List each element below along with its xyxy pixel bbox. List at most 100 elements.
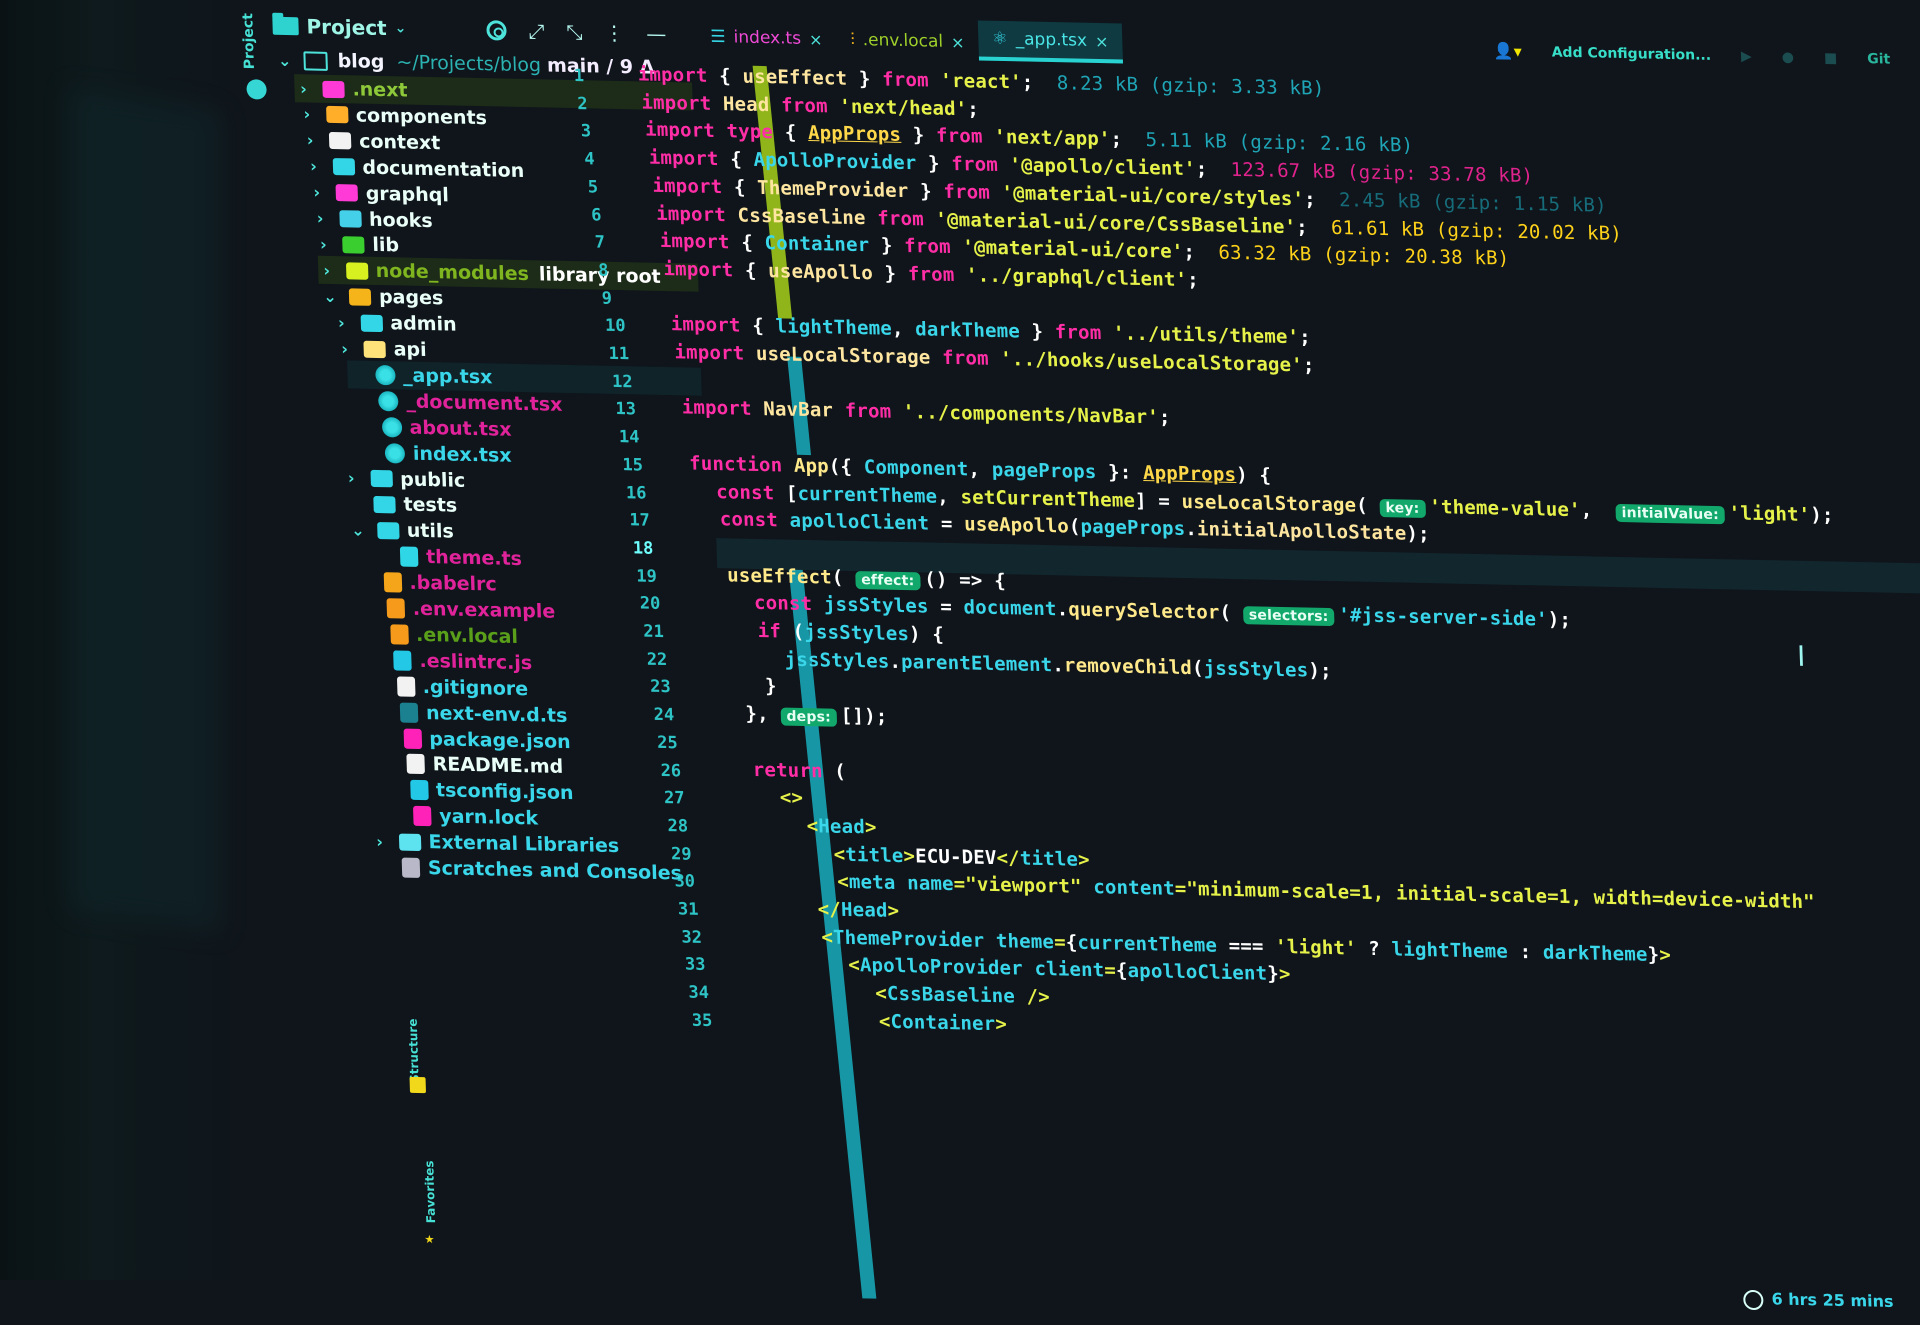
chevron-right-icon[interactable]: › bbox=[332, 313, 351, 332]
line-number[interactable]: 5 bbox=[587, 177, 598, 197]
line-number[interactable]: 19 bbox=[636, 566, 657, 586]
code-line[interactable]: if (jssStyles) { bbox=[711, 619, 944, 646]
code-token: ( bbox=[1219, 602, 1243, 625]
line-number[interactable]: 9 bbox=[601, 288, 612, 308]
line-number[interactable]: 22 bbox=[646, 649, 667, 669]
collapse-all-icon[interactable]: ⤡ bbox=[566, 20, 583, 44]
code-editor[interactable]: 1234567891011121314151617181920212223242… bbox=[701, 65, 1920, 1322]
chevron-right-icon[interactable]: › bbox=[342, 468, 361, 487]
code-token: from bbox=[904, 235, 963, 258]
more-options-icon[interactable]: ⋮ bbox=[604, 21, 625, 45]
line-number[interactable]: 31 bbox=[678, 899, 699, 919]
line-number[interactable]: 30 bbox=[674, 872, 695, 892]
code-line[interactable]: <Container> bbox=[762, 1008, 1007, 1035]
chevron-down-icon[interactable]: ⌄ bbox=[275, 50, 294, 69]
line-number[interactable]: 16 bbox=[626, 483, 647, 503]
tree-item[interactable]: Scratches and Consoles bbox=[374, 853, 683, 887]
line-number[interactable]: 20 bbox=[640, 594, 661, 614]
tab-app-tsx[interactable]: ⚛_app.tsx× bbox=[978, 20, 1123, 63]
code-line[interactable]: import NavBar from '../components/NavBar… bbox=[681, 397, 1170, 429]
user-icon[interactable]: 👤▾ bbox=[1493, 41, 1522, 61]
line-number[interactable]: 17 bbox=[629, 510, 650, 530]
run-icon[interactable]: ▶ bbox=[1741, 48, 1752, 64]
code-line[interactable]: } bbox=[718, 675, 777, 698]
line-number[interactable]: 10 bbox=[605, 316, 626, 336]
line-number[interactable]: 29 bbox=[671, 844, 692, 864]
line-number[interactable]: 34 bbox=[688, 983, 709, 1003]
code-token: '#jss-server-side' bbox=[1338, 604, 1548, 630]
line-number[interactable]: 15 bbox=[622, 455, 643, 475]
code-token: import bbox=[659, 230, 741, 254]
code-token: { bbox=[1116, 960, 1128, 982]
project-view-dropdown[interactable]: Project ⌄ bbox=[272, 14, 407, 41]
line-number[interactable]: 12 bbox=[612, 372, 633, 392]
code-line[interactable]: <meta name="viewport" content="minimum-s… bbox=[744, 869, 1815, 913]
line-number[interactable]: 7 bbox=[594, 233, 605, 253]
line-number[interactable]: 23 bbox=[650, 677, 671, 697]
chevron-right-icon[interactable]: › bbox=[307, 183, 326, 202]
code-line[interactable]: <Head> bbox=[737, 813, 877, 838]
line-number[interactable]: 14 bbox=[619, 427, 640, 447]
stop-icon[interactable]: ■ bbox=[1824, 50, 1838, 66]
code-line[interactable]: <> bbox=[733, 786, 804, 809]
time-tracker[interactable]: 6 hrs 25 mins bbox=[1743, 1289, 1894, 1313]
tab-label: index.ts bbox=[733, 27, 801, 48]
chevron-right-icon[interactable]: › bbox=[335, 339, 354, 358]
line-number[interactable]: 32 bbox=[681, 927, 702, 947]
line-number[interactable]: 28 bbox=[667, 816, 688, 836]
line-number[interactable]: 24 bbox=[653, 705, 674, 725]
file-icon bbox=[406, 754, 425, 774]
chevron-down-icon[interactable]: ⌄ bbox=[321, 286, 340, 305]
tab-env-local[interactable]: ⫶.env.local× bbox=[836, 22, 979, 61]
line-number[interactable]: 26 bbox=[660, 760, 681, 780]
tree-item[interactable]: ⌄utils bbox=[348, 516, 454, 546]
line-number[interactable]: 35 bbox=[692, 1011, 713, 1031]
chevron-right-icon[interactable]: › bbox=[304, 157, 323, 176]
git-menu[interactable]: Git bbox=[1867, 51, 1890, 67]
line-number[interactable]: 33 bbox=[685, 955, 706, 975]
chevron-right-icon[interactable]: › bbox=[301, 131, 320, 150]
line-number[interactable]: 4 bbox=[584, 149, 595, 169]
line-number[interactable]: 1 bbox=[574, 66, 585, 86]
line-number[interactable]: 25 bbox=[657, 733, 678, 753]
locate-target-icon[interactable] bbox=[486, 20, 507, 40]
line-number[interactable]: 18 bbox=[633, 538, 654, 558]
add-configuration-button[interactable]: Add Configuration... bbox=[1551, 44, 1711, 63]
chevron-right-icon[interactable]: › bbox=[294, 79, 313, 98]
project-tool-button[interactable]: Project bbox=[240, 13, 258, 69]
hide-panel-icon[interactable]: — bbox=[646, 22, 667, 46]
chevron-right-icon[interactable]: › bbox=[314, 235, 333, 254]
tab-index-ts[interactable]: ☰index.ts× bbox=[696, 19, 837, 58]
line-number[interactable]: 21 bbox=[643, 622, 664, 642]
line-number[interactable]: 3 bbox=[581, 122, 592, 142]
chevron-down-icon[interactable]: ⌄ bbox=[349, 520, 368, 539]
line-number[interactable]: 6 bbox=[591, 205, 602, 225]
code-token: import bbox=[637, 63, 719, 87]
code-token: { bbox=[784, 122, 808, 145]
debug-icon[interactable]: ● bbox=[1782, 49, 1795, 65]
code-token: 'next/head' bbox=[839, 95, 968, 120]
code-line[interactable]: import { useApollo } from '../graphql/cl… bbox=[663, 258, 1199, 291]
code-line[interactable]: return ( bbox=[729, 758, 846, 782]
close-icon[interactable]: × bbox=[1095, 31, 1109, 50]
code-line[interactable]: }, deps:[]); bbox=[722, 702, 888, 727]
code-line[interactable]: <title>ECU-DEV</title> bbox=[740, 841, 1090, 870]
line-number[interactable]: 13 bbox=[615, 399, 636, 419]
close-icon[interactable]: × bbox=[809, 29, 823, 48]
chevron-right-icon[interactable]: › bbox=[370, 832, 389, 851]
chevron-right-icon[interactable]: › bbox=[298, 105, 317, 124]
expand-all-icon[interactable]: ⤢ bbox=[528, 19, 545, 43]
chevron-right-icon[interactable]: › bbox=[311, 209, 330, 228]
favorites-tool-button[interactable]: Favorites bbox=[422, 1160, 438, 1223]
structure-tool-button[interactable]: Structure bbox=[406, 1018, 422, 1083]
code-line[interactable]: import Head from 'next/head'; bbox=[641, 91, 979, 120]
code-line[interactable]: </Head> bbox=[748, 897, 900, 922]
close-icon[interactable]: × bbox=[951, 32, 965, 51]
chevron-right-icon[interactable]: › bbox=[317, 261, 336, 280]
line-number[interactable]: 2 bbox=[577, 94, 588, 114]
line-number[interactable]: 11 bbox=[608, 344, 629, 364]
line-number[interactable]: 8 bbox=[598, 260, 609, 280]
line-number[interactable]: 27 bbox=[664, 788, 685, 808]
smiley-icon[interactable] bbox=[246, 79, 267, 99]
code-line[interactable]: <CssBaseline /> bbox=[759, 980, 1051, 1008]
